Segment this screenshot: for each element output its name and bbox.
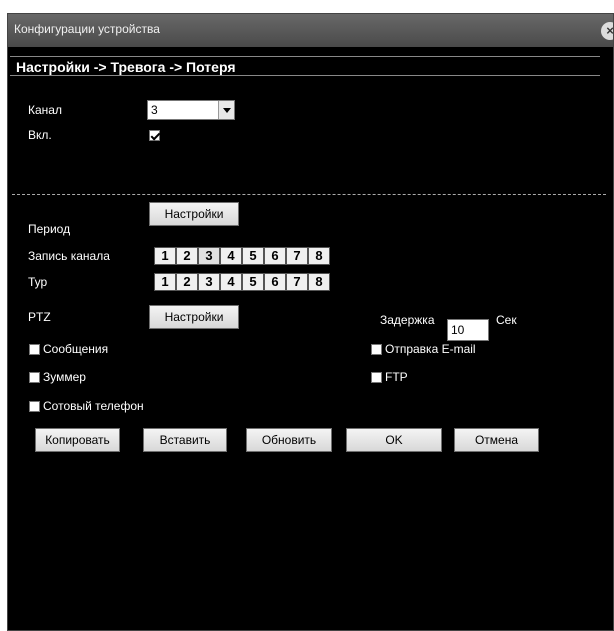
record-channel-3[interactable]: 3 <box>198 247 220 265</box>
tour-channel-5[interactable]: 5 <box>242 273 264 291</box>
ftp-label: FTP <box>385 370 408 384</box>
tour-channel-7[interactable]: 7 <box>286 273 308 291</box>
ftp-checkbox[interactable] <box>371 372 382 383</box>
record-channel-2[interactable]: 2 <box>176 247 198 265</box>
period-label: Период <box>28 222 71 236</box>
tour-channel-8[interactable]: 8 <box>308 273 330 291</box>
record-channel-6[interactable]: 6 <box>264 247 286 265</box>
enabled-checkbox[interactable] <box>149 130 160 141</box>
record-channel-8[interactable]: 8 <box>308 247 330 265</box>
divider <box>12 194 606 195</box>
record-channel-5[interactable]: 5 <box>242 247 264 265</box>
delay-label: Задержка <box>380 313 435 327</box>
paste-button[interactable]: Вставить <box>143 428 227 452</box>
window-title: Конфигурации устройства <box>14 22 160 36</box>
period-settings-button[interactable]: Настройки <box>149 202 239 226</box>
ok-button[interactable]: OK <box>346 428 442 452</box>
tour-row: 1 2 3 4 5 6 7 8 <box>154 273 330 291</box>
record-channel-label: Запись канала <box>28 249 110 263</box>
buzzer-label: Зуммер <box>43 370 86 384</box>
messages-label: Сообщения <box>43 342 109 356</box>
title-bar: Конфигурации устройства × <box>8 14 613 47</box>
tour-channel-2[interactable]: 2 <box>176 273 198 291</box>
record-channel-row: 1 2 3 4 5 6 7 8 <box>154 247 330 265</box>
ptz-label: PTZ <box>28 310 51 324</box>
enabled-label: Вкл. <box>28 128 52 142</box>
mobile-checkbox[interactable] <box>29 401 40 412</box>
email-checkbox[interactable] <box>371 344 382 355</box>
tour-label: Тур <box>28 275 48 289</box>
tour-channel-6[interactable]: 6 <box>264 273 286 291</box>
close-icon[interactable]: × <box>601 22 613 40</box>
buzzer-checkbox[interactable] <box>29 372 40 383</box>
record-channel-4[interactable]: 4 <box>220 247 242 265</box>
tour-channel-1[interactable]: 1 <box>154 273 176 291</box>
channel-label: Канал <box>28 103 62 117</box>
tour-channel-4[interactable]: 4 <box>220 273 242 291</box>
breadcrumb: Настройки -> Тревога -> Потеря <box>10 56 600 76</box>
ptz-settings-button[interactable]: Настройки <box>149 305 239 329</box>
record-channel-7[interactable]: 7 <box>286 247 308 265</box>
messages-checkbox[interactable] <box>29 344 40 355</box>
copy-button[interactable]: Копировать <box>35 428 120 452</box>
cancel-button[interactable]: Отмена <box>454 428 539 452</box>
mobile-label: Сотовый телефон <box>43 399 144 413</box>
tour-channel-3[interactable]: 3 <box>198 273 220 291</box>
delay-input[interactable]: 10 <box>447 319 489 341</box>
email-label: Отправка E-mail <box>385 342 476 356</box>
refresh-button[interactable]: Обновить <box>246 428 332 452</box>
chevron-down-icon[interactable] <box>218 101 234 119</box>
channel-select-value: 3 <box>151 103 158 117</box>
delay-unit: Сек <box>496 313 517 327</box>
record-channel-1[interactable]: 1 <box>154 247 176 265</box>
channel-select[interactable]: 3 <box>147 100 235 120</box>
config-window: Конфигурации устройства × Настройки -> Т… <box>7 13 614 631</box>
